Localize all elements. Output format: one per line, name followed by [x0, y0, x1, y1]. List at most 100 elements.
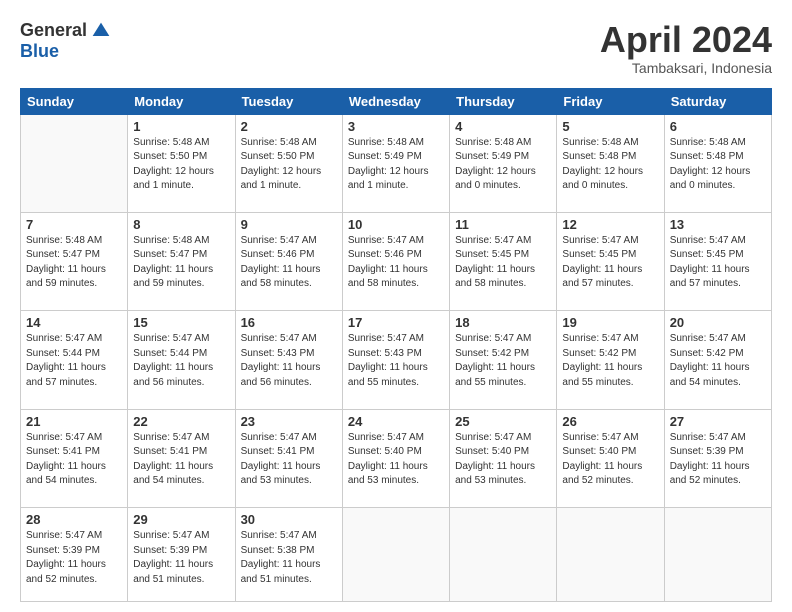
- week-row-1: 1Sunrise: 5:48 AMSunset: 5:50 PMDaylight…: [21, 114, 772, 212]
- calendar-cell: 9 Sunrise: 5:47 AMSunset: 5:46 PMDaylight…: [235, 212, 342, 310]
- calendar-cell: 18 Sunrise: 5:47 AMSunset: 5:42 PMDayligh…: [450, 311, 557, 409]
- calendar-cell: 11 Sunrise: 5:47 AMSunset: 5:45 PMDayligh…: [450, 212, 557, 310]
- day-number: 23: [241, 414, 337, 429]
- day-info: Sunrise: 5:47 AMSunset: 5:41 PMDaylight:…: [133, 431, 229, 489]
- day-info: Sunrise: 5:47 AMSunset: 5:44 PMDaylight:…: [133, 332, 229, 390]
- day-number: 29: [133, 512, 229, 527]
- calendar-cell: 10Sunrise: 5:47 AMSunset: 5:46 PMDayligh…: [342, 212, 449, 310]
- location: Tambaksari, Indonesia: [600, 60, 772, 76]
- day-info: Sunrise: 5:47 AMSunset: 5:39 PMDaylight:…: [670, 431, 766, 489]
- calendar-cell: 30 Sunrise: 5:47 AMSunset: 5:38 PMDayligh…: [235, 508, 342, 602]
- calendar-cell: 27 Sunrise: 5:47 AMSunset: 5:39 PMDayligh…: [664, 409, 771, 507]
- calendar-cell: 2 Sunrise: 5:48 AMSunset: 5:50 PMDaylight…: [235, 114, 342, 212]
- day-number: 11: [455, 217, 551, 232]
- day-info: Sunrise: 5:47 AMSunset: 5:45 PMDaylight:…: [455, 234, 551, 292]
- day-header-saturday: Saturday: [664, 88, 771, 114]
- month-title: April 2024: [600, 20, 772, 60]
- day-info: Sunrise: 5:47 AMSunset: 5:45 PMDaylight:…: [670, 234, 766, 292]
- day-number: 24: [348, 414, 444, 429]
- day-info: Sunrise: 5:47 AMSunset: 5:40 PMDaylight:…: [348, 431, 444, 489]
- day-number: 19: [562, 315, 658, 330]
- calendar-cell: 21 Sunrise: 5:47 AMSunset: 5:41 PMDayligh…: [21, 409, 128, 507]
- day-number: 6: [670, 119, 766, 134]
- calendar-cell: 1Sunrise: 5:48 AMSunset: 5:50 PMDaylight…: [128, 114, 235, 212]
- week-row-3: 14 Sunrise: 5:47 AMSunset: 5:44 PMDayligh…: [21, 311, 772, 409]
- logo-general-text: General: [20, 20, 87, 41]
- calendar-cell: 13 Sunrise: 5:47 AMSunset: 5:45 PMDayligh…: [664, 212, 771, 310]
- day-number: 9: [241, 217, 337, 232]
- day-number: 15: [133, 315, 229, 330]
- calendar-cell: 5Sunrise: 5:48 AMSunset: 5:48 PMDaylight…: [557, 114, 664, 212]
- day-header-thursday: Thursday: [450, 88, 557, 114]
- logo-icon: [91, 21, 111, 41]
- day-number: 8: [133, 217, 229, 232]
- calendar-cell: 4 Sunrise: 5:48 AMSunset: 5:49 PMDaylight…: [450, 114, 557, 212]
- day-info: Sunrise: 5:47 AMSunset: 5:41 PMDaylight:…: [241, 431, 337, 489]
- calendar-cell: [450, 508, 557, 602]
- calendar-cell: 16Sunrise: 5:47 AMSunset: 5:43 PMDayligh…: [235, 311, 342, 409]
- day-number: 22: [133, 414, 229, 429]
- calendar-cell: 24 Sunrise: 5:47 AMSunset: 5:40 PMDayligh…: [342, 409, 449, 507]
- day-info: Sunrise: 5:47 AMSunset: 5:41 PMDaylight:…: [26, 431, 122, 489]
- calendar-cell: 23 Sunrise: 5:47 AMSunset: 5:41 PMDayligh…: [235, 409, 342, 507]
- day-info: Sunrise: 5:47 AMSunset: 5:40 PMDaylight:…: [455, 431, 551, 489]
- day-number: 14: [26, 315, 122, 330]
- day-number: 25: [455, 414, 551, 429]
- day-number: 4: [455, 119, 551, 134]
- calendar-cell: [557, 508, 664, 602]
- day-number: 12: [562, 217, 658, 232]
- day-info: Sunrise: 5:48 AMSunset: 5:49 PMDaylight:…: [455, 136, 551, 194]
- day-info: Sunrise: 5:48 AMSunset: 5:50 PMDaylight:…: [133, 136, 229, 194]
- calendar-cell: 3 Sunrise: 5:48 AMSunset: 5:49 PMDaylight…: [342, 114, 449, 212]
- day-info: Sunrise: 5:47 AMSunset: 5:38 PMDaylight:…: [241, 529, 337, 587]
- day-header-wednesday: Wednesday: [342, 88, 449, 114]
- day-number: 5: [562, 119, 658, 134]
- day-info: Sunrise: 5:48 AMSunset: 5:47 PMDaylight:…: [133, 234, 229, 292]
- day-number: 26: [562, 414, 658, 429]
- calendar-cell: 12 Sunrise: 5:47 AMSunset: 5:45 PMDayligh…: [557, 212, 664, 310]
- week-row-5: 28 Sunrise: 5:47 AMSunset: 5:39 PMDayligh…: [21, 508, 772, 602]
- page: General Blue April 2024 Tambaksari, Indo…: [0, 0, 792, 612]
- logo-blue-text: Blue: [20, 41, 59, 62]
- day-info: Sunrise: 5:47 AMSunset: 5:42 PMDaylight:…: [455, 332, 551, 390]
- day-header-friday: Friday: [557, 88, 664, 114]
- day-info: Sunrise: 5:47 AMSunset: 5:39 PMDaylight:…: [26, 529, 122, 587]
- day-number: 20: [670, 315, 766, 330]
- day-number: 3: [348, 119, 444, 134]
- calendar-cell: 22 Sunrise: 5:47 AMSunset: 5:41 PMDayligh…: [128, 409, 235, 507]
- day-number: 13: [670, 217, 766, 232]
- calendar-cell: 26 Sunrise: 5:47 AMSunset: 5:40 PMDayligh…: [557, 409, 664, 507]
- calendar-cell: 25 Sunrise: 5:47 AMSunset: 5:40 PMDayligh…: [450, 409, 557, 507]
- day-info: Sunrise: 5:47 AMSunset: 5:40 PMDaylight:…: [562, 431, 658, 489]
- calendar-cell: 29 Sunrise: 5:47 AMSunset: 5:39 PMDayligh…: [128, 508, 235, 602]
- day-info: Sunrise: 5:47 AMSunset: 5:42 PMDaylight:…: [670, 332, 766, 390]
- calendar-cell: 8 Sunrise: 5:48 AMSunset: 5:47 PMDaylight…: [128, 212, 235, 310]
- calendar-cell: [21, 114, 128, 212]
- header: General Blue April 2024 Tambaksari, Indo…: [20, 20, 772, 76]
- day-info: Sunrise: 5:47 AMSunset: 5:46 PMDaylight:…: [241, 234, 337, 292]
- calendar-cell: 15 Sunrise: 5:47 AMSunset: 5:44 PMDayligh…: [128, 311, 235, 409]
- day-number: 18: [455, 315, 551, 330]
- calendar-cell: 17Sunrise: 5:47 AMSunset: 5:43 PMDayligh…: [342, 311, 449, 409]
- day-number: 10: [348, 217, 444, 232]
- day-header-tuesday: Tuesday: [235, 88, 342, 114]
- day-info: Sunrise: 5:48 AMSunset: 5:49 PMDaylight:…: [348, 136, 444, 194]
- day-header-monday: Monday: [128, 88, 235, 114]
- day-info: Sunrise: 5:48 AMSunset: 5:50 PMDaylight:…: [241, 136, 337, 194]
- calendar-cell: 7Sunrise: 5:48 AMSunset: 5:47 PMDaylight…: [21, 212, 128, 310]
- day-number: 16: [241, 315, 337, 330]
- calendar-cell: 14Sunrise: 5:47 AMSunset: 5:44 PMDayligh…: [21, 311, 128, 409]
- day-number: 7: [26, 217, 122, 232]
- calendar-table: SundayMondayTuesdayWednesdayThursdayFrid…: [20, 88, 772, 602]
- day-number: 28: [26, 512, 122, 527]
- day-info: Sunrise: 5:47 AMSunset: 5:45 PMDaylight:…: [562, 234, 658, 292]
- week-row-4: 21 Sunrise: 5:47 AMSunset: 5:41 PMDayligh…: [21, 409, 772, 507]
- day-number: 21: [26, 414, 122, 429]
- day-info: Sunrise: 5:47 AMSunset: 5:39 PMDaylight:…: [133, 529, 229, 587]
- day-number: 27: [670, 414, 766, 429]
- day-number: 30: [241, 512, 337, 527]
- calendar-cell: 28 Sunrise: 5:47 AMSunset: 5:39 PMDayligh…: [21, 508, 128, 602]
- day-number: 17: [348, 315, 444, 330]
- title-block: April 2024 Tambaksari, Indonesia: [600, 20, 772, 76]
- day-number: 2: [241, 119, 337, 134]
